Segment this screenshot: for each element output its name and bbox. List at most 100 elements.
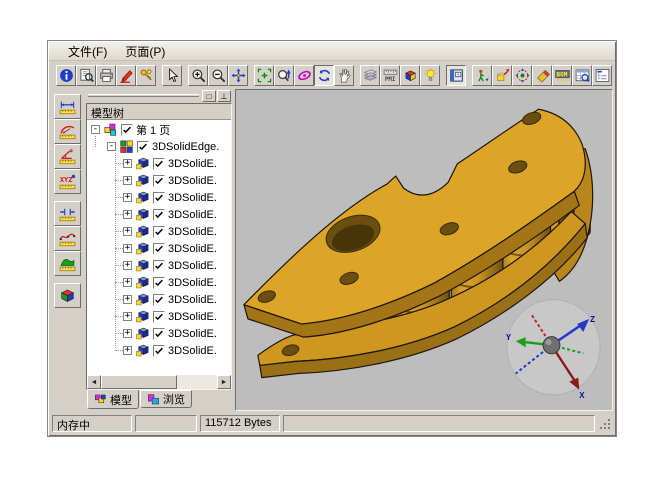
markup-button[interactable]: [116, 65, 136, 86]
visibility-checkbox[interactable]: [153, 345, 165, 357]
scrollbar-track[interactable]: [101, 375, 217, 389]
visibility-checkbox[interactable]: [153, 209, 165, 221]
table-find-button[interactable]: [572, 65, 592, 86]
visibility-checkbox[interactable]: [153, 311, 165, 323]
expand-icon[interactable]: +: [123, 278, 132, 287]
tree-item[interactable]: + 3DSolidE.: [87, 206, 231, 223]
expand-icon[interactable]: +: [123, 312, 132, 321]
visibility-checkbox[interactable]: [137, 141, 149, 153]
panel-gripper[interactable]: [88, 94, 199, 97]
asm-cubes-icon: [119, 139, 134, 154]
tree-item[interactable]: + 3DSolidE.: [87, 155, 231, 172]
tree-item[interactable]: + 3DSolidE.: [87, 291, 231, 308]
print-button[interactable]: [96, 65, 116, 86]
expand-icon[interactable]: +: [123, 227, 132, 236]
tree-item-assembly[interactable]: - 3DSolidEdge.: [87, 138, 231, 155]
tree-item[interactable]: + 3DSolidE.: [87, 189, 231, 206]
tree-item[interactable]: + 3DSolidE.: [87, 308, 231, 325]
pan-button[interactable]: [228, 65, 248, 86]
scroll-right-button[interactable]: ►: [217, 375, 231, 389]
figure-axes-icon: [475, 68, 490, 83]
expand-icon[interactable]: +: [123, 261, 132, 270]
orbit-button[interactable]: [294, 65, 314, 86]
select-cursor-icon: [165, 68, 180, 83]
measure-angle-button[interactable]: [54, 144, 81, 169]
expand-icon[interactable]: +: [123, 176, 132, 185]
viewport-3d[interactable]: Z X Y: [235, 89, 613, 411]
measure-xyz-button[interactable]: [54, 169, 81, 194]
layers-button[interactable]: [360, 65, 380, 86]
visibility-checkbox[interactable]: [153, 277, 165, 289]
tree-item[interactable]: + 3DSolidE.: [87, 325, 231, 342]
tree-item[interactable]: + 3DSolidE.: [87, 223, 231, 240]
zoom-in-button[interactable]: [188, 65, 208, 86]
rotate-part-button[interactable]: [512, 65, 532, 86]
zoom-out-button[interactable]: [208, 65, 228, 86]
menu-file[interactable]: 文件(F): [59, 42, 116, 61]
tree-view-button[interactable]: [592, 65, 612, 86]
expand-icon[interactable]: +: [123, 193, 132, 202]
hand-button[interactable]: [334, 65, 354, 86]
zoom-select-button[interactable]: [274, 65, 294, 86]
tree-item-page[interactable]: - 第 1 页: [87, 121, 231, 138]
expand-icon[interactable]: +: [123, 346, 132, 355]
expand-icon[interactable]: +: [123, 329, 132, 338]
tab-browse[interactable]: 浏览: [140, 390, 192, 408]
tree-horizontal-scrollbar[interactable]: ◄ ►: [87, 375, 231, 389]
tree-item[interactable]: + 3DSolidE.: [87, 257, 231, 274]
expand-icon[interactable]: +: [123, 244, 132, 253]
collapse-icon[interactable]: -: [107, 142, 116, 151]
view-cube-button[interactable]: [54, 283, 81, 308]
scroll-left-button[interactable]: ◄: [87, 375, 101, 389]
expand-icon[interactable]: +: [123, 210, 132, 219]
measure-curve-button[interactable]: [54, 226, 81, 251]
light-button[interactable]: [420, 65, 440, 86]
menu-page[interactable]: 页面(P): [116, 42, 174, 61]
tree-item[interactable]: + 3DSolidE.: [87, 342, 231, 359]
part-cube-icon: [135, 309, 150, 324]
visibility-checkbox[interactable]: [153, 294, 165, 306]
spin-button[interactable]: [314, 65, 334, 86]
expand-icon[interactable]: +: [123, 295, 132, 304]
panel-hide-button[interactable]: ⊥: [217, 90, 231, 102]
visibility-checkbox[interactable]: [153, 158, 165, 170]
info-button[interactable]: [56, 65, 76, 86]
pmi-button[interactable]: [380, 65, 400, 86]
pan-icon: [231, 68, 246, 83]
orientation-triad[interactable]: Z X Y: [506, 300, 600, 400]
material-button[interactable]: [400, 65, 420, 86]
visibility-checkbox[interactable]: [153, 260, 165, 272]
measure-gap-button[interactable]: [54, 201, 81, 226]
select-button[interactable]: [162, 65, 182, 86]
bom-button[interactable]: [552, 65, 572, 86]
measure-length-button[interactable]: [54, 94, 81, 119]
resize-grip[interactable]: [598, 417, 612, 431]
tree-item[interactable]: + 3DSolidE.: [87, 274, 231, 291]
part-cube-icon: [135, 275, 150, 290]
tree-item[interactable]: + 3DSolidE.: [87, 240, 231, 257]
zoom-out-icon: [211, 68, 226, 83]
erase-button[interactable]: [532, 65, 552, 86]
visibility-checkbox[interactable]: [153, 226, 165, 238]
zoom-window-button[interactable]: [254, 65, 274, 86]
panel-float-button[interactable]: □: [202, 90, 216, 102]
tab-model[interactable]: 模型: [87, 390, 139, 409]
visibility-checkbox[interactable]: [153, 192, 165, 204]
move-part-button[interactable]: [492, 65, 512, 86]
tree-item[interactable]: + 3DSolidE.: [87, 172, 231, 189]
visibility-checkbox[interactable]: [153, 243, 165, 255]
preview-button[interactable]: [76, 65, 96, 86]
measure-length-icon: [59, 98, 76, 115]
scrollbar-thumb[interactable]: [101, 375, 177, 389]
expand-icon[interactable]: +: [123, 159, 132, 168]
panel-toggle-button[interactable]: [446, 65, 466, 86]
scene-canvas[interactable]: Z X Y: [236, 90, 612, 410]
visibility-checkbox[interactable]: [153, 175, 165, 187]
collapse-icon[interactable]: -: [91, 125, 100, 134]
measure-area-button[interactable]: [54, 251, 81, 276]
visibility-checkbox[interactable]: [153, 328, 165, 340]
visibility-checkbox[interactable]: [121, 124, 133, 136]
walkthrough-button[interactable]: [472, 65, 492, 86]
measure-radius-button[interactable]: [54, 119, 81, 144]
permissions-button[interactable]: [136, 65, 156, 86]
